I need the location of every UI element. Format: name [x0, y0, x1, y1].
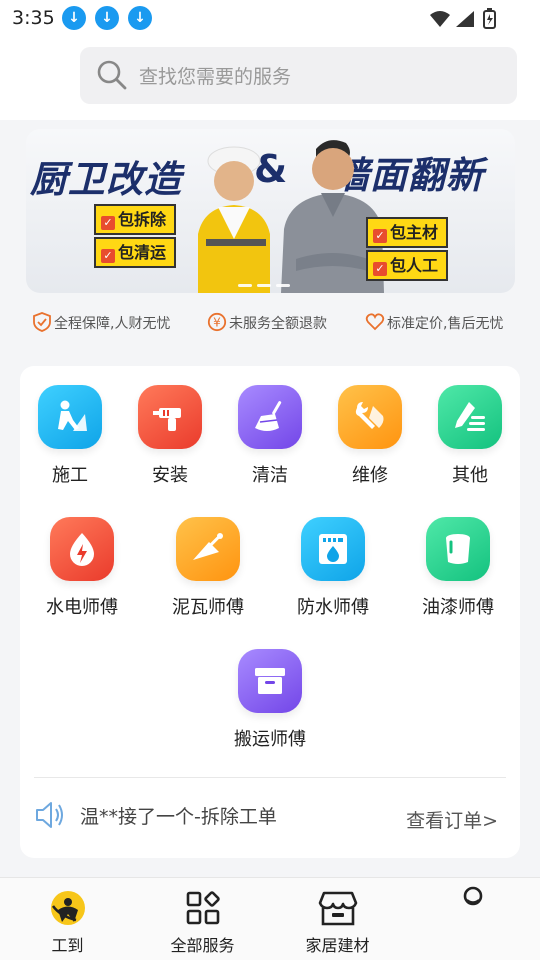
status-time: 3:35: [12, 7, 55, 29]
divider: [34, 777, 506, 778]
search-input[interactable]: 查找您需要的服务: [80, 47, 517, 104]
profile-icon: [405, 886, 540, 930]
lightning-drop-icon: [50, 517, 114, 581]
tab-home-materials[interactable]: 家居建材: [270, 878, 405, 960]
shield-check-icon: [33, 312, 51, 332]
view-orders-link[interactable]: 查看订单>: [406, 806, 498, 833]
store-icon: [270, 886, 405, 930]
promo-banner[interactable]: 厨卫改造 & 墙面翻新 ✓ 包拆除 ✓ 包清运 ✓ 包主材 ✓ 包人工: [26, 129, 515, 293]
battery-icon: [483, 8, 496, 29]
tab-all-services[interactable]: 全部服务: [135, 878, 270, 960]
tab-home[interactable]: 工到: [0, 878, 135, 960]
category-repair[interactable]: 维修: [320, 385, 420, 495]
guarantee-item: ¥ 未服务全额退款: [207, 312, 327, 333]
download-icon: ↓: [128, 6, 152, 30]
category-other[interactable]: 其他: [420, 385, 520, 495]
header: 查找您需要的服务: [0, 38, 540, 120]
grid-apps-icon: [135, 886, 270, 930]
status-bar: 3:35 ↓ ↓ ↓: [0, 0, 540, 38]
category-construction[interactable]: 施工: [20, 385, 120, 495]
order-notice: 温**接了一个-拆除工单 查看订单>: [34, 796, 506, 836]
banner-tag: ✓ 包清运: [94, 237, 177, 268]
app-logo-icon: [0, 886, 135, 930]
paint-bucket-icon: [426, 517, 490, 581]
search-placeholder: 查找您需要的服务: [139, 66, 292, 88]
category-painter[interactable]: 油漆师傅: [408, 517, 508, 627]
service-category-card: 施工 安装 清洁 维修 其他 水电师傅 泥瓦师傅 防水师傅 油漆师傅 搬运师傅 …: [20, 366, 520, 858]
check-icon: ✓: [101, 249, 115, 263]
speaker-icon: [34, 800, 66, 834]
yen-circle-icon: ¥: [207, 312, 227, 332]
workers-illustration: [198, 140, 384, 293]
drill-icon: [138, 385, 202, 449]
construction-worker-icon: [38, 385, 102, 449]
broom-icon: [238, 385, 302, 449]
banner-tag: ✓ 包主材: [366, 217, 449, 248]
signal-icon: [456, 11, 474, 27]
heart-icon: [365, 313, 385, 331]
system-icons: [428, 8, 498, 34]
edit-list-icon: [438, 385, 502, 449]
banner-tag: ✓ 包人工: [366, 250, 449, 281]
category-install[interactable]: 安装: [120, 385, 220, 495]
download-icon: ↓: [95, 6, 119, 30]
bottom-tab-bar: 工到 全部服务 家居建材: [0, 877, 540, 960]
banner-pagination: [238, 272, 295, 291]
wifi-icon: [430, 11, 450, 27]
banner-tag: ✓ 包拆除: [94, 204, 177, 235]
category-electrician-plumber[interactable]: 水电师傅: [32, 517, 132, 627]
guarantee-item: 标准定价,售后无忧: [365, 312, 503, 333]
archive-box-icon: [238, 649, 302, 713]
notice-text: 温**接了一个-拆除工单: [80, 806, 277, 828]
check-icon: ✓: [373, 262, 387, 276]
category-cleaning[interactable]: 清洁: [220, 385, 320, 495]
trowel-icon: [176, 517, 240, 581]
category-waterproofing[interactable]: 防水师傅: [283, 517, 383, 627]
water-panel-icon: [301, 517, 365, 581]
tab-profile[interactable]: [405, 878, 540, 960]
search-icon: [96, 59, 128, 95]
download-icon: ↓: [62, 6, 86, 30]
banner-title-left: 厨卫改造: [30, 158, 182, 201]
category-mover[interactable]: 搬运师傅: [220, 649, 320, 759]
category-tiler[interactable]: 泥瓦师傅: [158, 517, 258, 627]
guarantee-item: 全程保障,人财无忧: [32, 312, 170, 333]
check-icon: ✓: [101, 216, 115, 230]
svg-text:¥: ¥: [213, 316, 221, 330]
wrench-icon: [338, 385, 402, 449]
guarantee-strip: 全程保障,人财无忧 ¥ 未服务全额退款 标准定价,售后无忧: [0, 312, 540, 338]
check-icon: ✓: [373, 229, 387, 243]
